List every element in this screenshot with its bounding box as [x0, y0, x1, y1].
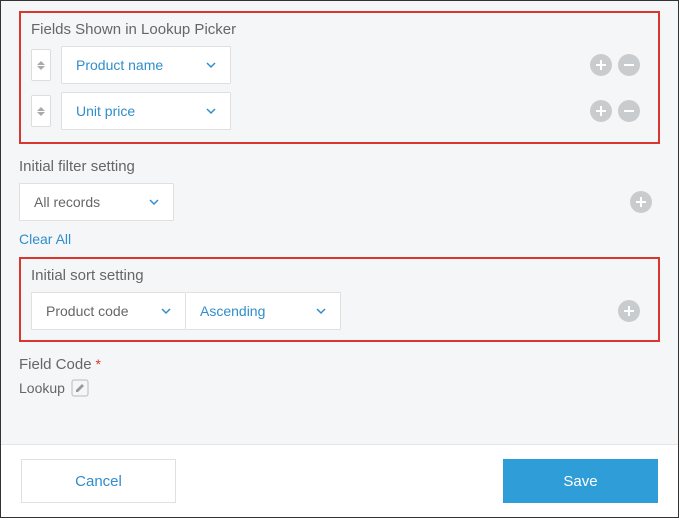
lookup-field-select[interactable]: Unit price — [61, 92, 231, 130]
lookup-row-left: Unit price — [31, 92, 231, 130]
drag-handle-icon[interactable] — [31, 95, 51, 127]
chevron-down-icon — [206, 60, 216, 70]
settings-form: Fields Shown in Lookup Picker Product na… — [1, 1, 678, 397]
lookup-field-select[interactable]: Product name — [61, 46, 231, 84]
filter-select[interactable]: All records — [19, 183, 174, 221]
row-actions — [590, 54, 640, 76]
sort-title: Initial sort setting — [31, 267, 648, 284]
chevron-down-icon — [206, 106, 216, 116]
row-actions — [618, 300, 640, 322]
cancel-button[interactable]: Cancel — [21, 459, 176, 503]
save-button[interactable]: Save — [503, 459, 658, 503]
filter-section: Initial filter setting All records Clear… — [19, 158, 660, 247]
add-filter-button[interactable] — [630, 191, 652, 213]
field-code-label: Field Code — [19, 356, 92, 373]
required-mark: * — [95, 356, 100, 372]
lookup-row-left: Product name — [31, 46, 231, 84]
add-row-button[interactable] — [590, 100, 612, 122]
lookup-picker-title: Fields Shown in Lookup Picker — [31, 21, 648, 38]
field-code-value-row: Lookup — [19, 379, 660, 397]
lookup-row: Product name — [31, 46, 648, 84]
chevron-down-icon — [149, 197, 159, 207]
sort-left: Product code Ascending — [31, 292, 341, 330]
row-actions — [630, 191, 652, 213]
clear-all-link[interactable]: Clear All — [19, 231, 71, 247]
lookup-field-label: Product name — [76, 57, 163, 73]
footer: Cancel Save — [1, 444, 678, 517]
remove-row-button[interactable] — [618, 100, 640, 122]
field-code-section: Field Code * Lookup — [19, 356, 660, 397]
sort-direction-label: Ascending — [200, 303, 265, 319]
sort-row: Product code Ascending — [31, 292, 648, 330]
field-code-value: Lookup — [19, 380, 65, 396]
sort-field-label: Product code — [46, 303, 129, 319]
chevron-down-icon — [161, 306, 171, 316]
lookup-picker-section: Fields Shown in Lookup Picker Product na… — [19, 11, 660, 144]
lookup-field-label: Unit price — [76, 103, 135, 119]
lookup-row: Unit price — [31, 92, 648, 130]
sort-direction-select[interactable]: Ascending — [186, 292, 341, 330]
sort-field-select[interactable]: Product code — [31, 292, 186, 330]
edit-icon[interactable] — [71, 379, 89, 397]
add-sort-button[interactable] — [618, 300, 640, 322]
add-row-button[interactable] — [590, 54, 612, 76]
chevron-down-icon — [316, 306, 326, 316]
cancel-button-label: Cancel — [75, 473, 122, 490]
drag-handle-icon[interactable] — [31, 49, 51, 81]
field-code-label-row: Field Code * — [19, 356, 660, 373]
sort-section: Initial sort setting Product code Ascend… — [19, 257, 660, 342]
filter-title: Initial filter setting — [19, 158, 660, 175]
row-actions — [590, 100, 640, 122]
filter-row: All records — [19, 183, 660, 221]
filter-value: All records — [34, 194, 100, 210]
save-button-label: Save — [563, 473, 597, 490]
remove-row-button[interactable] — [618, 54, 640, 76]
